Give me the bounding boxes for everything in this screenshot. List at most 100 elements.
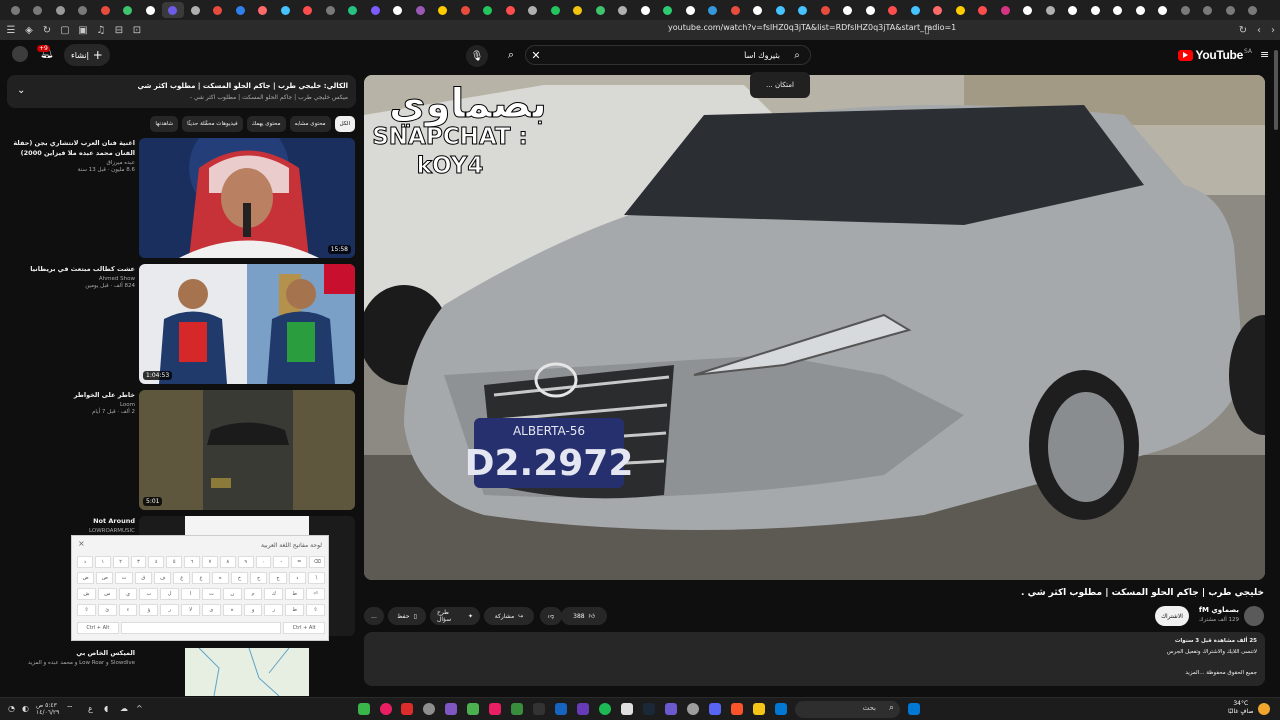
spotify-icon[interactable] (599, 703, 611, 715)
browser-tab[interactable] (1242, 2, 1265, 18)
browser-tab[interactable] (1084, 2, 1107, 18)
keyboard-lang-icon[interactable]: ع (88, 704, 93, 713)
keyboard-key[interactable]: د (288, 572, 306, 584)
browser-tab[interactable] (184, 2, 207, 18)
create-button[interactable]: إنشاء + (64, 44, 110, 66)
browser-tab[interactable] (364, 2, 387, 18)
recommendation-item[interactable]: 5:01 خاطر على الخواطر Loom 2 ألف · قبل 7… (0, 390, 356, 510)
scrollbar[interactable] (1273, 40, 1280, 697)
chip-all[interactable]: الكل (334, 116, 355, 132)
browser-tab[interactable] (342, 2, 365, 18)
chevron-up-icon[interactable]: ^ (136, 704, 143, 713)
browser-tab[interactable] (927, 2, 950, 18)
browser-tab[interactable] (252, 2, 275, 18)
keyboard-key[interactable]: ة (222, 604, 242, 616)
bookmark-icon[interactable]: ▯ (920, 23, 934, 37)
recommendation-title[interactable]: خاطر على الخواطر (4, 390, 135, 400)
ctrl-alt-key[interactable]: Ctrl + Alt (283, 622, 326, 634)
chip-for-you[interactable]: محتوى يهمك (246, 116, 286, 132)
sidebar-toggle-icon[interactable]: ☰ (4, 23, 18, 37)
browser-tab[interactable] (1017, 2, 1040, 18)
mic-icon[interactable]: 🎙︎ (466, 45, 488, 67)
browser-tab[interactable] (229, 2, 252, 18)
keyboard-key[interactable]: ر (160, 604, 180, 616)
keyboard-key[interactable]: ⏎ (306, 588, 325, 600)
brave-icon[interactable] (731, 703, 743, 715)
app-icon[interactable] (775, 703, 787, 715)
keyboard-key[interactable]: ٦ (184, 556, 201, 568)
browser-tab[interactable] (432, 2, 455, 18)
mic-icon[interactable]: ◖ (104, 704, 108, 713)
windows-start-icon[interactable] (908, 703, 920, 715)
keyboard-key[interactable]: ٤ (148, 556, 165, 568)
keyboard-key[interactable]: ⌫ (309, 556, 326, 568)
description-box[interactable]: 25 ألف مشاهدة قبل 3 سنوات لاتنسى اللايك … (364, 632, 1265, 686)
browser-tab[interactable] (679, 2, 702, 18)
browser-tab[interactable] (1129, 2, 1152, 18)
app-icon[interactable] (687, 703, 699, 715)
keyboard-key[interactable]: ٢ (112, 556, 129, 568)
description-more[interactable]: جميع الحقوق محفوظة ...المزيد (1185, 670, 1257, 676)
keyboard-key[interactable]: ٣ (130, 556, 147, 568)
reload-icon[interactable]: ↻ (1236, 23, 1250, 37)
app-icon[interactable] (423, 703, 435, 715)
keyboard-key[interactable]: ج (269, 572, 287, 584)
app-icon[interactable] (555, 703, 567, 715)
channel-avatar[interactable] (1244, 606, 1264, 626)
chip-recent[interactable]: فيديوهات محمَّلة حديثًا (182, 116, 243, 132)
video-thumbnail[interactable]: 5:01 (139, 390, 355, 510)
recommendation-channel[interactable]: LOWROARMUSIC (4, 528, 135, 534)
recommendation-item[interactable]: الميكس الخاص بي Slowdive و Low Roar و مح… (0, 648, 356, 696)
browser-tab[interactable] (139, 2, 162, 18)
keyboard-key[interactable]: ط (285, 588, 305, 600)
browser-tab[interactable] (274, 2, 297, 18)
recommendation-title[interactable]: اغنية فنان العرب لانتشاري بجن (حفلة الفن… (4, 138, 135, 158)
clear-search-icon[interactable]: ✕ (526, 45, 546, 65)
save-button[interactable]: حفظ ▯ (388, 607, 426, 625)
app-icon[interactable] (489, 703, 501, 715)
browser-tab[interactable] (657, 2, 680, 18)
weather-widget[interactable]: 34°C صافٍ غالبًا (1228, 700, 1253, 716)
search-icon[interactable]: ⌕ (499, 45, 523, 65)
keyboard-key[interactable]: ي (118, 588, 138, 600)
browser-tab[interactable] (724, 2, 747, 18)
keyboard-key[interactable]: خ (230, 572, 249, 584)
shield-icon[interactable]: ◈ (22, 23, 36, 37)
browser-tab[interactable] (477, 2, 500, 18)
keyboard-key[interactable]: ا (181, 588, 200, 600)
video-player[interactable]: ALBERTA-56 D2.2972 بصماوي SNAPCHAT : kOY… (364, 75, 1265, 580)
dislike-button[interactable]: 👎︎ (540, 607, 562, 625)
keyboard-key[interactable]: \ (307, 572, 326, 584)
app-icon[interactable] (533, 703, 545, 715)
cloud-icon[interactable]: ☁ (120, 704, 128, 713)
browser-tab[interactable] (94, 2, 117, 18)
discord-icon[interactable] (709, 703, 721, 715)
wifi-icon[interactable]: ◔ (8, 704, 15, 713)
keyboard-key[interactable]: ب (139, 588, 159, 600)
keyboard-key[interactable]: س (97, 588, 117, 600)
ctrl-alt-key[interactable]: Ctrl + Alt (77, 622, 119, 634)
keyboard-key[interactable]: ع (192, 572, 210, 584)
browser-tab[interactable] (297, 2, 320, 18)
recommendation-title[interactable]: Not Around (4, 516, 135, 526)
back-icon[interactable]: ‹ (1252, 23, 1266, 37)
keyboard-key[interactable]: ز (264, 604, 284, 616)
browser-tab[interactable] (1152, 2, 1175, 18)
network-icon[interactable]: ⌔ (66, 704, 74, 714)
keyboard-key[interactable]: ٠ (255, 556, 272, 568)
volume-icon[interactable]: ◐ (22, 704, 29, 713)
tiles-icon[interactable]: ▣ (76, 23, 90, 37)
video-thumbnail[interactable]: 1:04:53 (139, 264, 355, 384)
browser-tab[interactable] (1219, 2, 1242, 18)
keyboard-key[interactable]: ل (160, 588, 180, 600)
keyboard-key[interactable]: ص (96, 572, 114, 584)
browser-tab[interactable] (837, 2, 860, 18)
tab-icon[interactable]: ⊟ (112, 23, 126, 37)
keyboard-key[interactable]: ذ (77, 556, 93, 568)
keyboard-key[interactable]: غ (173, 572, 191, 584)
browser-tab[interactable] (454, 2, 477, 18)
keyboard-key[interactable]: ه (211, 572, 229, 584)
share-button[interactable]: مشاركة ↪ (484, 607, 534, 625)
steam-icon[interactable] (643, 703, 655, 715)
menu-icon[interactable]: ≡ (1260, 49, 1272, 61)
